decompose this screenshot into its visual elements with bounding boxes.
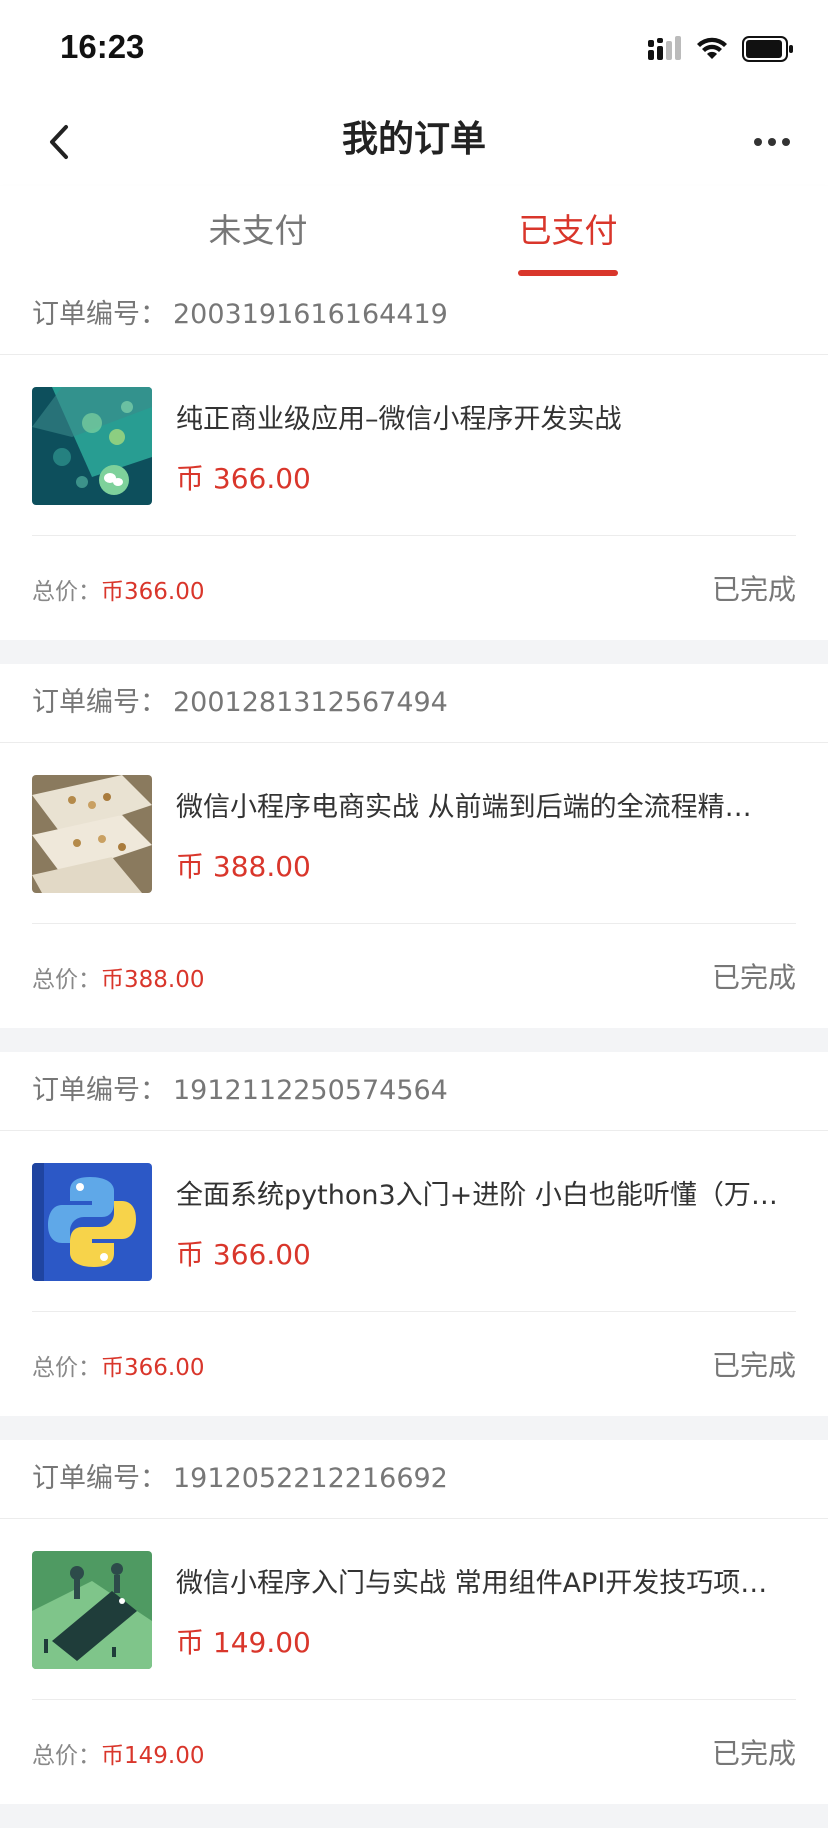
status-time: 16:23 (60, 28, 145, 65)
total-price: 总价：币366.00 (32, 572, 204, 606)
order-footer: 总价：币366.00 已完成 (32, 536, 796, 640)
course-title: 纯正商业级应用–微信小程序开发实战 (176, 404, 622, 435)
order-status: 已完成 (711, 961, 796, 994)
order-item[interactable]: 纯正商业级应用–微信小程序开发实战 币 366.00 (32, 355, 796, 536)
order-header: 订单编号： 2001281312567494 (0, 664, 828, 743)
total-label: 总价： (32, 579, 101, 605)
python-logo-thumbnail-icon (32, 1163, 152, 1281)
tab-paid[interactable]: 已支付 (478, 204, 658, 252)
course-title: 微信小程序入门与实战 常用组件API开发技巧项… (176, 1568, 768, 1599)
order-item[interactable]: 微信小程序电商实战 从前端到后端的全流程精… 币 388.00 (32, 743, 796, 924)
order-header: 订单编号： 2003191616164419 (0, 276, 828, 355)
order-number-label: 订单编号： (32, 1075, 167, 1106)
course-thumbnail (32, 1551, 152, 1669)
order-status: 已完成 (711, 573, 796, 606)
more-dot-icon (754, 138, 762, 146)
total-price: 总价：币149.00 (32, 1736, 204, 1770)
order-number: 2001281312567494 (173, 687, 448, 718)
total-value: 币149.00 (101, 1743, 205, 1769)
total-label: 总价： (32, 967, 101, 993)
total-label: 总价： (32, 1743, 101, 1769)
status-icons (646, 34, 794, 64)
page-title: 我的订单 (341, 119, 486, 160)
order-number-label: 订单编号： (32, 299, 167, 330)
order-header: 订单编号： 1912112250574564 (0, 1052, 828, 1131)
total-value: 币388.00 (101, 967, 205, 993)
order-footer: 总价：币388.00 已完成 (32, 924, 796, 1028)
order-item[interactable]: 微信小程序入门与实战 常用组件API开发技巧项… 币 149.00 (32, 1519, 796, 1700)
course-thumbnail (32, 775, 152, 893)
order-footer: 总价：币149.00 已完成 (32, 1700, 796, 1804)
more-dot-icon (768, 138, 776, 146)
ecommerce-course-thumbnail-icon (32, 775, 152, 893)
order-number: 2003191616164419 (173, 299, 448, 330)
tab-unpaid[interactable]: 未支付 (168, 204, 348, 252)
order-number: 1912112250574564 (173, 1075, 448, 1106)
order-header: 订单编号： 1912052212216692 (0, 1440, 828, 1519)
total-value: 币366.00 (101, 1355, 205, 1381)
total-value: 币366.00 (101, 579, 205, 605)
order-status: 已完成 (711, 1737, 796, 1770)
order-card: 订单编号： 1912112250574564 全面系统python3入门+进阶 小… (0, 1052, 828, 1416)
course-title: 全面系统python3入门+进阶 小白也能听懂（万… (176, 1180, 778, 1211)
battery-icon (742, 36, 793, 62)
course-thumbnail (32, 387, 152, 505)
wifi-icon (697, 37, 727, 59)
course-price: 币 366.00 (176, 1238, 311, 1271)
order-status: 已完成 (711, 1349, 796, 1382)
signal-icon (648, 36, 681, 60)
order-card: 订单编号： 1912052212216692 微信小程序入门与实战 常用组件API… (0, 1440, 828, 1804)
course-thumbnail (32, 1163, 152, 1281)
order-footer: 总价：币366.00 已完成 (32, 1312, 796, 1416)
order-card: 订单编号： 2003191616164419 纯正商业级应用–微信小程序开发实战… (0, 276, 828, 640)
course-price: 币 149.00 (176, 1626, 311, 1659)
course-price: 币 366.00 (176, 462, 311, 495)
course-title: 微信小程序电商实战 从前端到后端的全流程精… (176, 792, 752, 823)
wechat-course-thumbnail-icon (32, 387, 152, 505)
order-item[interactable]: 全面系统python3入门+进阶 小白也能听懂（万… 币 366.00 (32, 1131, 796, 1312)
status-bar: 16:23 (0, 0, 828, 96)
more-dot-icon (782, 138, 790, 146)
total-price: 总价：币366.00 (32, 1348, 204, 1382)
nav-bar: 我的订单 (0, 96, 828, 186)
order-number-label: 订单编号： (32, 1463, 167, 1494)
course-price: 币 388.00 (176, 850, 311, 883)
order-tabs: 未支付 已支付 (0, 186, 828, 276)
miniprogram-course-thumbnail-icon (32, 1551, 152, 1669)
total-label: 总价： (32, 1355, 101, 1381)
total-price: 总价：币388.00 (32, 960, 204, 994)
order-list: 订单编号： 2003191616164419 纯正商业级应用–微信小程序开发实战… (0, 276, 828, 1828)
more-button[interactable] (740, 114, 804, 170)
order-card: 订单编号： 2001281312567494 微信小程序电商实战 从前端到后端的全… (0, 664, 828, 1028)
order-number-label: 订单编号： (32, 687, 167, 718)
order-number: 1912052212216692 (173, 1463, 448, 1494)
